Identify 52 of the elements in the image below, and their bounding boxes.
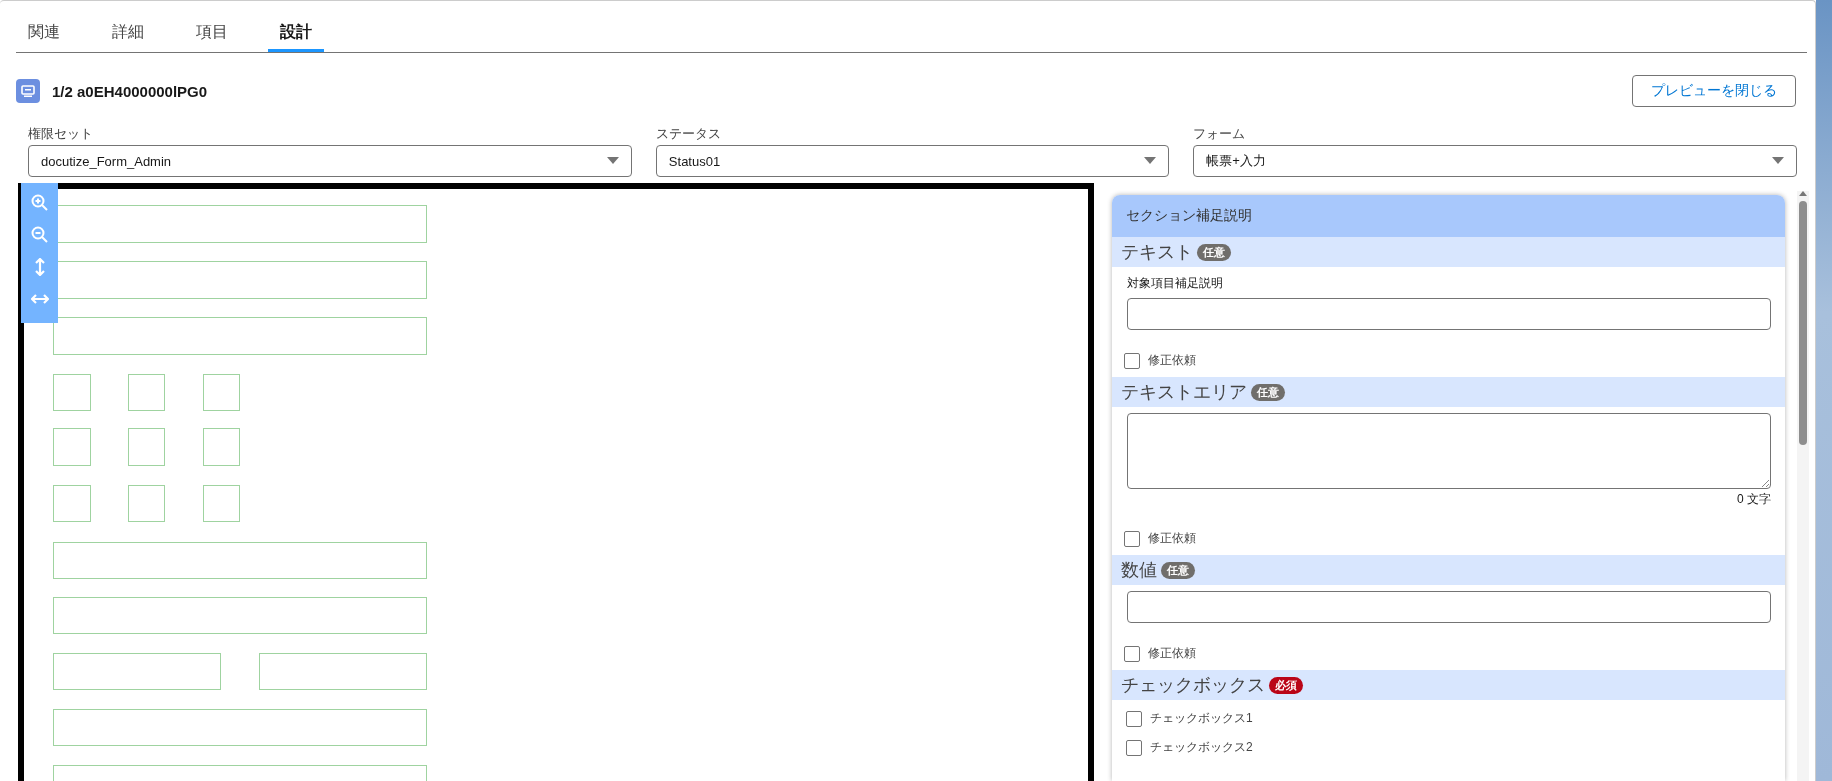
- checkbox[interactable]: [1126, 710, 1142, 727]
- checkbox-label: 修正依頼: [1148, 352, 1196, 369]
- form-field-outline: [53, 484, 91, 522]
- required-badge: 任意: [1161, 561, 1195, 579]
- tab[interactable]: 詳細: [100, 15, 156, 52]
- record-icon: [16, 79, 40, 103]
- form-field-outline: [202, 484, 241, 522]
- form-field-outline: [127, 484, 166, 522]
- close-preview-button[interactable]: プレビューを閉じる: [1632, 75, 1796, 107]
- section-title: セクション補足説明: [1126, 207, 1252, 225]
- record-title: 1/2 a0EH4000000lPG0: [52, 82, 209, 100]
- checkbox-label: チェックボックス1: [1150, 710, 1253, 727]
- select-field[interactable]: docutize_Form_Admin: [28, 145, 632, 177]
- checkbox[interactable]: [1124, 352, 1140, 369]
- text-input[interactable]: [1127, 298, 1771, 330]
- form-field-outline: [202, 428, 241, 466]
- field-title: テキスト: [1121, 241, 1193, 264]
- select-field[interactable]: Status01: [655, 145, 1170, 177]
- form-field-outline: [127, 428, 166, 466]
- number-input[interactable]: [1127, 591, 1771, 623]
- required-badge: 任意: [1251, 383, 1285, 401]
- tab[interactable]: 設計: [268, 15, 324, 52]
- field-label: フォーム: [1193, 125, 1247, 143]
- form-field-outline: [202, 373, 241, 411]
- form-field-outline: [53, 373, 91, 411]
- checkbox-label: 修正依頼: [1148, 530, 1196, 547]
- resize-handle-icon[interactable]: [1761, 479, 1769, 487]
- character-count: 0 文字: [1737, 491, 1771, 508]
- form-field-outline: [127, 373, 166, 411]
- field-title: 数値: [1121, 559, 1157, 582]
- field-title: チェックボックス: [1121, 674, 1265, 697]
- field-title: テキストエリア: [1121, 381, 1247, 404]
- field-label: 対象項目補足説明: [1127, 275, 1224, 292]
- field-label: ステータス: [655, 125, 722, 143]
- text-area[interactable]: [1127, 413, 1771, 489]
- checkbox[interactable]: [1126, 739, 1142, 756]
- checkbox[interactable]: [1124, 530, 1140, 547]
- caret-down-icon[interactable]: [1772, 157, 1784, 165]
- form-field-outline: [53, 428, 91, 466]
- tab[interactable]: 関連: [16, 15, 72, 52]
- scroll-up-icon[interactable]: [1799, 191, 1807, 196]
- scrollbar-thumb[interactable]: [1799, 201, 1807, 445]
- tab[interactable]: 項目: [184, 15, 240, 52]
- caret-down-icon[interactable]: [606, 157, 619, 165]
- required-badge: 任意: [1197, 243, 1231, 261]
- checkbox-label: 修正依頼: [1148, 645, 1196, 662]
- select-field[interactable]: 帳票+入力: [1193, 145, 1797, 177]
- checkbox-label: チェックボックス2: [1150, 739, 1253, 756]
- field-label: 権限セット: [28, 125, 94, 143]
- caret-down-icon[interactable]: [1144, 157, 1157, 165]
- required-badge: 必須: [1269, 676, 1303, 694]
- checkbox[interactable]: [1124, 645, 1140, 662]
